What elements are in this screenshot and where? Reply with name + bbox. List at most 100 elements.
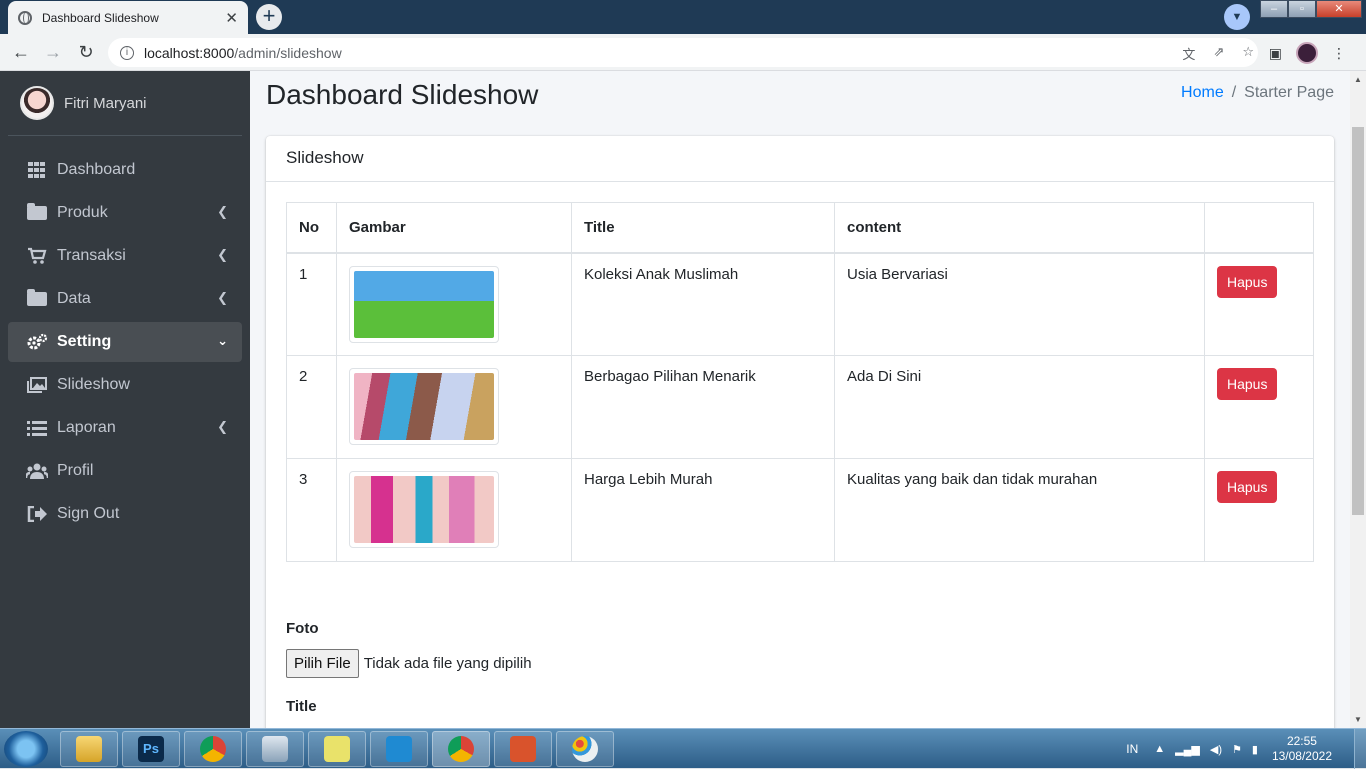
cart-icon [26, 247, 48, 265]
sidebar-item-label: Sign Out [57, 505, 120, 522]
browser-tab[interactable]: Dashboard Slideshow ✕ [8, 1, 248, 34]
sidebar-item-label: Data [57, 290, 91, 307]
clock[interactable]: 22:55 13/08/2022 [1272, 734, 1332, 764]
language-indicator[interactable]: IN [1126, 742, 1138, 756]
cell-content: Kualitas yang baik dan tidak murahan [834, 458, 1205, 562]
globe-icon [18, 10, 32, 25]
column-header-action [1204, 202, 1314, 254]
tab-search-button[interactable]: ▼ [1224, 4, 1250, 30]
presentation-taskbar-button[interactable] [494, 731, 552, 767]
sidebar-item-label: Slideshow [57, 376, 130, 393]
sidebar-item-label: Dashboard [57, 161, 136, 178]
vscode-taskbar-button[interactable] [370, 731, 428, 767]
sidebar-item-transaksi[interactable]: Transaksi ❮ [8, 236, 242, 276]
window-close-button[interactable]: ✕ [1316, 0, 1362, 18]
profile-avatar[interactable] [1296, 42, 1318, 64]
address-bar[interactable]: i localhost:8000/admin/slideshow [108, 38, 1258, 67]
sidebar-item-setting[interactable]: Setting ⌄ [8, 322, 242, 362]
tab-close-icon[interactable]: ✕ [225, 9, 238, 27]
maximize-button[interactable]: ▫ [1288, 0, 1316, 18]
cell-gambar [336, 458, 572, 562]
paint-taskbar-button[interactable] [556, 731, 614, 767]
action-center-flag-icon[interactable]: ⚑ [1232, 743, 1242, 756]
photoshop-taskbar-button[interactable]: Ps [122, 731, 180, 767]
sidebar-item-profil[interactable]: Profil [8, 451, 242, 491]
chrome-taskbar-button[interactable] [184, 731, 242, 767]
start-button[interactable] [4, 731, 48, 767]
scrollbar-thumb[interactable] [1352, 127, 1364, 515]
window-controls: – ▫ ✕ [1260, 0, 1362, 20]
chevron-left-icon: ❮ [217, 247, 228, 262]
show-desktop-button[interactable] [1354, 729, 1366, 769]
breadcrumb-current: Starter Page [1244, 84, 1334, 101]
choose-file-button[interactable]: Pilih File [286, 649, 359, 678]
cell-no: 1 [286, 252, 337, 356]
browser-toolbar: ← → ↻ i localhost:8000/admin/slideshow 文… [0, 34, 1366, 71]
clock-time: 22:55 [1286, 734, 1317, 748]
share-icon[interactable]: ⇗ [1213, 44, 1224, 63]
cell-action: Hapus [1204, 355, 1314, 459]
column-header-gambar: Gambar [336, 202, 572, 254]
new-tab-button[interactable]: + [256, 4, 282, 30]
cell-no: 3 [286, 458, 337, 562]
hapus-button[interactable]: Hapus [1217, 471, 1278, 503]
keyboard-taskbar-button[interactable] [246, 731, 304, 767]
cell-gambar [336, 355, 572, 459]
sidebar-item-label: Profil [57, 462, 94, 479]
user-name: Fitri Maryani [64, 94, 147, 112]
cell-no: 2 [286, 355, 337, 459]
images-icon [26, 376, 48, 394]
slide-image [354, 373, 494, 440]
menu-kebab-icon[interactable]: ⋮ [1332, 45, 1346, 62]
back-arrow-icon[interactable]: ← [10, 42, 32, 64]
sidebar-item-laporan[interactable]: Laporan ❮ [8, 408, 242, 448]
translate-icon[interactable]: 文 [1182, 44, 1195, 63]
sidebar-item-slideshow[interactable]: Slideshow [8, 365, 242, 405]
site-info-icon[interactable]: i [120, 45, 134, 60]
scroll-up-arrow-icon[interactable]: ▲ [1353, 75, 1363, 84]
chrome-active-taskbar-button[interactable] [432, 731, 490, 767]
side-panel-icon[interactable]: ▣ [1269, 45, 1282, 62]
show-hidden-icons-icon[interactable]: ▲ [1154, 743, 1165, 756]
main-content: Dashboard Slideshow Home / Starter Page Sl… [250, 71, 1350, 728]
foto-label: Foto [286, 620, 319, 637]
sidebar-item-data[interactable]: Data ❮ [8, 279, 242, 319]
gears-icon [26, 333, 48, 351]
breadcrumb-home-link[interactable]: Home [1181, 84, 1224, 101]
chevron-down-icon: ⌄ [217, 333, 228, 348]
table-row: 3 Harga Lebih Murah Kualitas yang baik d… [286, 458, 1314, 562]
sticky-notes-icon [324, 736, 350, 762]
sidebar-item-produk[interactable]: Produk ❮ [8, 193, 242, 233]
cell-action: Hapus [1204, 252, 1314, 356]
folder-icon [76, 736, 102, 762]
sticky-notes-taskbar-button[interactable] [308, 731, 366, 767]
cell-action: Hapus [1204, 458, 1314, 562]
minimize-button[interactable]: – [1260, 0, 1288, 18]
hapus-button[interactable]: Hapus [1217, 265, 1278, 298]
reload-icon[interactable]: ↻ [75, 42, 97, 64]
chevron-left-icon: ❮ [217, 290, 228, 305]
cell-content: Usia Bervariasi [834, 252, 1205, 356]
column-header-no: No [286, 202, 337, 254]
forward-arrow-icon[interactable]: → [42, 42, 64, 64]
sidebar-menu: Dashboard Produk ❮ Transaksi ❮ Data ❮ Se… [0, 150, 250, 534]
cell-content: Ada Di Sini [834, 355, 1205, 459]
sidebar-item-sign-out[interactable]: Sign Out [8, 494, 242, 534]
volume-icon[interactable]: ◀) [1210, 743, 1222, 756]
page-scrollbar[interactable]: ▲ ▼ [1350, 71, 1366, 728]
slide-thumbnail [349, 471, 499, 548]
foto-file-input: Pilih File Tidak ada file yang dipilih [286, 649, 532, 678]
sidebar-item-dashboard[interactable]: Dashboard [8, 150, 242, 190]
bookmark-star-icon[interactable]: ☆ [1242, 44, 1254, 63]
signal-icon[interactable]: ▂▄▆ [1175, 743, 1200, 756]
vscode-icon [386, 736, 412, 762]
scroll-down-arrow-icon[interactable]: ▼ [1353, 715, 1363, 724]
hapus-button[interactable]: Hapus [1217, 368, 1278, 400]
tab-title: Dashboard Slideshow [42, 10, 159, 25]
title-label: Title [286, 698, 317, 715]
page-title: Dashboard Slideshow [266, 79, 539, 110]
user-panel[interactable]: Fitri Maryani [8, 71, 242, 136]
power-icon[interactable]: ▮ [1252, 743, 1258, 756]
presentation-icon [510, 736, 536, 762]
explorer-taskbar-button[interactable] [60, 731, 118, 767]
